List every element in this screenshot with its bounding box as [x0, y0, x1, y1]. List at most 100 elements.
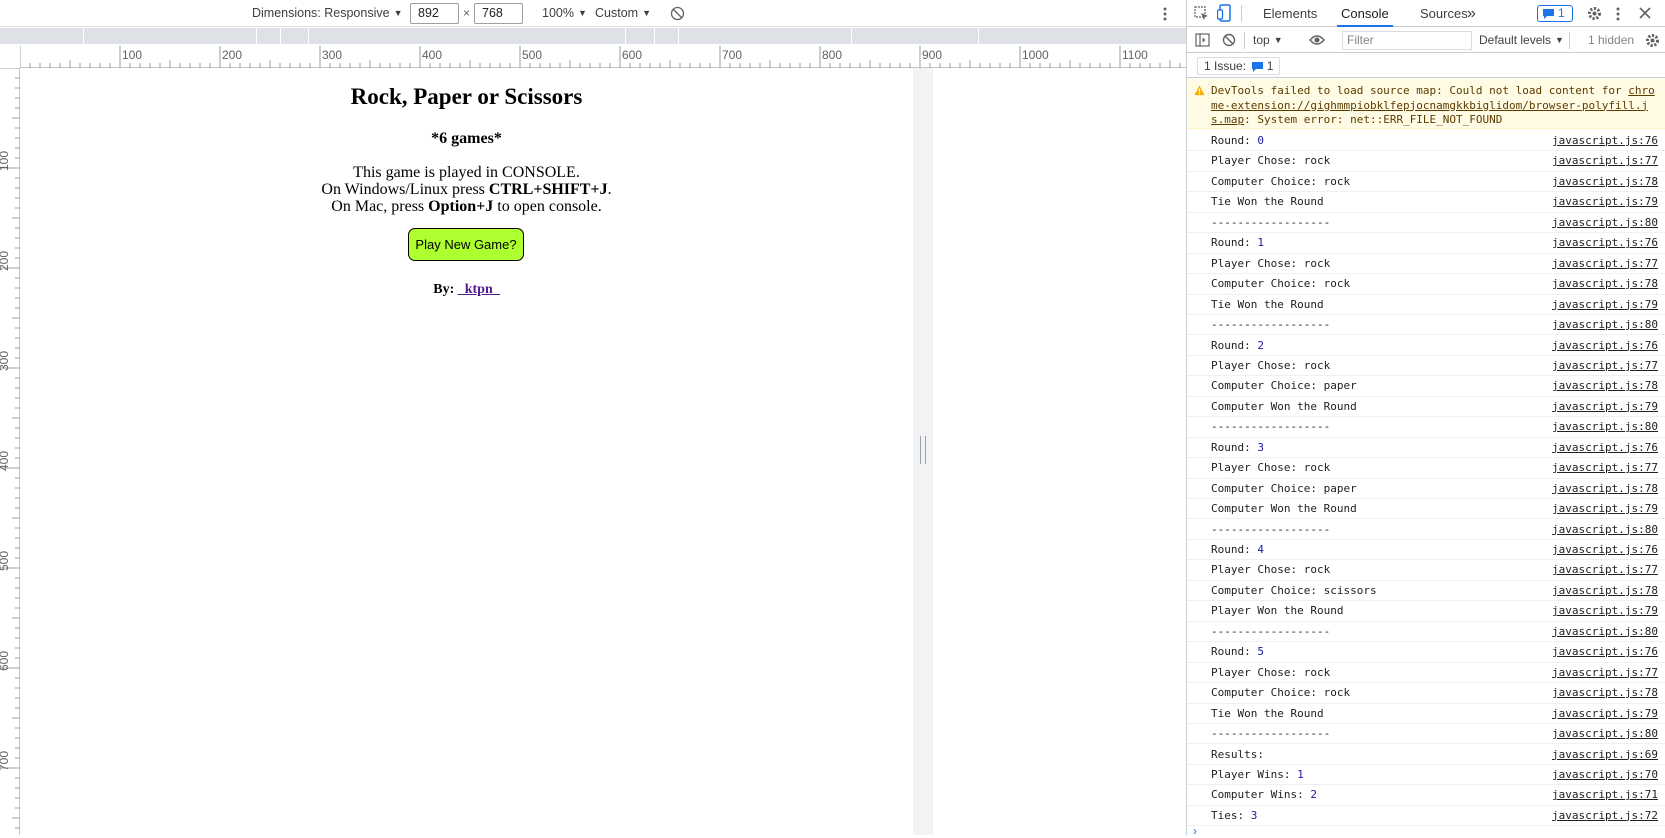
issues-count: 1 — [1266, 59, 1274, 73]
log-source-link[interactable]: javascript.js:79 — [1552, 192, 1658, 212]
log-source-link[interactable]: javascript.js:80 — [1552, 622, 1658, 642]
log-source-link[interactable]: javascript.js:78 — [1552, 479, 1658, 499]
inspect-element-icon[interactable] — [1194, 6, 1209, 21]
resize-handle[interactable] — [920, 436, 926, 464]
media-query-divider — [851, 28, 852, 44]
console-prompt[interactable]: › — [1193, 824, 1197, 838]
width-input[interactable]: 892 — [410, 3, 459, 24]
ruler-top-label: 400 — [422, 48, 443, 62]
log-source-link[interactable]: javascript.js:70 — [1552, 765, 1658, 785]
more-tabs-button[interactable]: » — [1467, 0, 1476, 27]
log-source-link[interactable]: javascript.js:78 — [1552, 172, 1658, 192]
device-toggle-icon[interactable] — [1217, 4, 1232, 22]
device-toolbar: Dimensions: Responsive ▼ 892 × 768 100% ▼ … — [0, 0, 1186, 27]
log-source-link[interactable]: javascript.js:77 — [1552, 458, 1658, 478]
live-expression-eye-icon[interactable] — [1309, 34, 1325, 46]
issues-label: 1 Issue: — [1204, 59, 1247, 73]
warning-text: DevTools failed to load source map: Coul… — [1211, 84, 1629, 97]
ruler-left-label: 300 — [0, 350, 12, 372]
console-log-row: Round: 5 javascript.js:76 — [1187, 642, 1665, 663]
author-link[interactable]: _ktpn_ — [458, 282, 500, 297]
log-source-link[interactable]: javascript.js:79 — [1552, 601, 1658, 621]
dimensions-label: Dimensions: Responsive — [252, 6, 390, 20]
log-source-link[interactable]: javascript.js:80 — [1552, 315, 1658, 335]
ruler-left-label: 400 — [0, 450, 12, 472]
log-message: Player Chose: rock — [1211, 254, 1330, 274]
more-options-icon[interactable] — [1162, 6, 1168, 22]
log-text: Round: — [1211, 236, 1258, 250]
log-text: Computer Choice: rock — [1211, 174, 1351, 188]
log-source-link[interactable]: javascript.js:77 — [1552, 151, 1658, 171]
log-message: Computer Won the Round — [1211, 397, 1357, 417]
log-levels-dropdown[interactable]: Default levels ▼ — [1479, 28, 1564, 53]
log-source-link[interactable]: javascript.js:71 — [1552, 785, 1658, 805]
log-source-link[interactable]: javascript.js:80 — [1552, 417, 1658, 437]
ruler-top-label: 1100 — [1122, 48, 1148, 62]
tab-sources[interactable]: Sources — [1420, 0, 1468, 27]
console-log-row: Tie Won the Round javascript.js:79 — [1187, 704, 1665, 724]
dimensions-dropdown[interactable]: Dimensions: Responsive ▼ — [252, 0, 402, 27]
log-source-link[interactable]: javascript.js:69 — [1552, 745, 1658, 765]
throttle-dropdown[interactable]: Custom ▼ — [595, 0, 651, 27]
log-message: Player Chose: rock — [1211, 356, 1330, 376]
log-source-link[interactable]: javascript.js:78 — [1552, 376, 1658, 396]
log-source-link[interactable]: javascript.js:80 — [1552, 213, 1658, 233]
log-number: 1 — [1297, 767, 1304, 781]
ruler-top-label: 800 — [822, 48, 843, 62]
log-source-link[interactable]: javascript.js:76 — [1552, 540, 1658, 560]
filter-input[interactable]: Filter — [1342, 31, 1472, 50]
device-emulation-area: Dimensions: Responsive ▼ 892 × 768 100% ▼ … — [0, 0, 1186, 835]
log-source-link[interactable]: javascript.js:80 — [1552, 724, 1658, 744]
log-source-link[interactable]: javascript.js:77 — [1552, 560, 1658, 580]
log-message: Round: 0 — [1211, 131, 1264, 151]
byline: By: _ktpn_ — [20, 282, 913, 298]
log-message: Computer Choice: paper — [1211, 376, 1357, 396]
tab-elements[interactable]: Elements — [1263, 0, 1317, 27]
log-source-link[interactable]: javascript.js:78 — [1552, 581, 1658, 601]
log-number: 2 — [1257, 338, 1264, 352]
caret-down-icon: ▼ — [577, 8, 587, 19]
log-source-link[interactable]: javascript.js:77 — [1552, 254, 1658, 274]
issues-badge[interactable]: 1 — [1537, 5, 1573, 22]
log-source-link[interactable]: javascript.js:79 — [1552, 295, 1658, 315]
rotate-icon[interactable] — [670, 6, 685, 21]
play-new-game-button[interactable]: Play New Game? — [408, 228, 524, 261]
log-source-link[interactable]: javascript.js:76 — [1552, 233, 1658, 253]
log-source-link[interactable]: javascript.js:77 — [1552, 356, 1658, 376]
height-input[interactable]: 768 — [474, 3, 523, 24]
log-source-link[interactable]: javascript.js:72 — [1552, 806, 1658, 826]
console-settings-gear-icon[interactable] — [1645, 33, 1660, 48]
media-query-divider — [308, 28, 309, 44]
log-source-link[interactable]: javascript.js:76 — [1552, 642, 1658, 662]
sidebar-toggle-icon[interactable] — [1195, 33, 1210, 47]
media-query-bar[interactable] — [0, 28, 1186, 44]
settings-gear-icon[interactable] — [1587, 6, 1602, 21]
log-text: Tie Won the Round — [1211, 297, 1324, 311]
log-source-link[interactable]: javascript.js:79 — [1552, 704, 1658, 724]
zoom-dropdown[interactable]: 100% ▼ — [542, 0, 587, 27]
clear-console-icon[interactable] — [1222, 33, 1236, 47]
zoom-label: 100% — [542, 6, 574, 20]
more-options-icon[interactable] — [1615, 6, 1621, 22]
log-source-link[interactable]: javascript.js:79 — [1552, 397, 1658, 417]
log-source-link[interactable]: javascript.js:79 — [1552, 499, 1658, 519]
viewport-outside — [933, 68, 1186, 835]
tab-console[interactable]: Console — [1337, 0, 1393, 27]
context-selector[interactable]: top ▼ — [1253, 28, 1283, 53]
log-source-link[interactable]: javascript.js:78 — [1552, 683, 1658, 703]
page-title: Rock, Paper or Scissors — [350, 84, 583, 109]
log-source-link[interactable]: javascript.js:76 — [1552, 336, 1658, 356]
log-source-link[interactable]: javascript.js:76 — [1552, 438, 1658, 458]
console-log-row: Player Chose: rock javascript.js:77 — [1187, 458, 1665, 479]
log-message: Round: 1 — [1211, 233, 1264, 253]
log-source-link[interactable]: javascript.js:76 — [1552, 131, 1658, 151]
log-message: Ties: 3 — [1211, 806, 1257, 826]
close-icon[interactable] — [1639, 7, 1651, 19]
by-label: By: — [433, 282, 458, 297]
media-query-divider — [83, 28, 84, 44]
log-source-link[interactable]: javascript.js:78 — [1552, 274, 1658, 294]
log-source-link[interactable]: javascript.js:80 — [1552, 520, 1658, 540]
log-number: 5 — [1257, 645, 1264, 659]
log-source-link[interactable]: javascript.js:77 — [1552, 663, 1658, 683]
issues-button[interactable]: 1 Issue: 1 — [1197, 57, 1281, 75]
